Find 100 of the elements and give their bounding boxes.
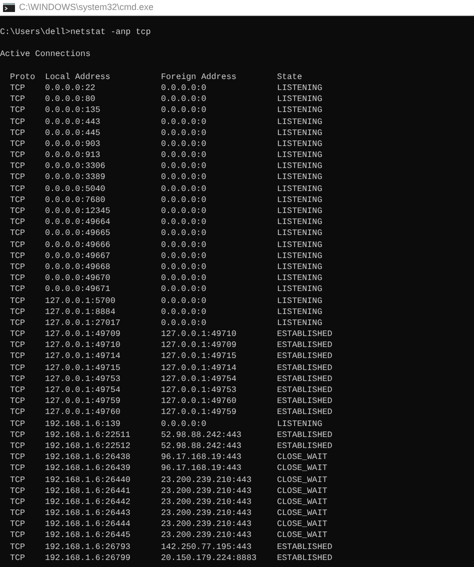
table-cell: LISTENING bbox=[277, 284, 322, 294]
table-cell: LISTENING bbox=[277, 194, 322, 205]
table-cell: CLOSE_WAIT bbox=[277, 508, 328, 518]
table-cell: 23.200.239.210:443 bbox=[161, 519, 252, 530]
table-cell: LISTENING bbox=[277, 250, 322, 261]
table-cell: 127.0.0.1:49754 bbox=[161, 374, 236, 384]
table-cell: 127.0.0.1:49759 bbox=[45, 396, 120, 406]
table-cell: 0.0.0.0:0 bbox=[161, 262, 206, 272]
table-cell: TCP bbox=[10, 452, 26, 462]
table-cell: 127.0.0.1:49710 bbox=[161, 329, 236, 340]
table-cell: 0.0.0.0:0 bbox=[161, 161, 206, 172]
table-cell: 192.168.1.6:26441 bbox=[45, 486, 130, 496]
table-cell: 0.0.0.0:0 bbox=[161, 228, 206, 238]
table-cell: ESTABLISHED bbox=[277, 542, 332, 552]
table-cell: ESTABLISHED bbox=[277, 385, 332, 395]
table-cell: 96.17.168.19:443 bbox=[161, 452, 242, 462]
table-cell: 0.0.0.0:7680 bbox=[45, 194, 106, 205]
table-cell: ESTABLISHED bbox=[277, 329, 332, 340]
command-line: C:\Users\dell>netstat -anp tcp bbox=[0, 27, 151, 38]
table-cell: 0.0.0.0:0 bbox=[161, 240, 206, 250]
table-cell: 0.0.0.0:445 bbox=[45, 128, 100, 138]
table-cell: 0.0.0.0:0 bbox=[161, 318, 206, 328]
table-cell: TCP bbox=[10, 94, 26, 104]
table-cell: TCP bbox=[10, 82, 26, 93]
table-cell: TCP bbox=[10, 206, 26, 216]
table-cell: TCP bbox=[10, 184, 26, 194]
table-cell: 0.0.0.0:49670 bbox=[45, 273, 110, 284]
table-cell: 127.0.0.1:49760 bbox=[45, 407, 120, 418]
table-cell: TCP bbox=[10, 486, 26, 496]
table-cell: 52.98.88.242:443 bbox=[161, 440, 242, 451]
table-cell: LISTENING bbox=[277, 273, 322, 284]
table-cell: LISTENING bbox=[277, 82, 322, 93]
table-cell: 0.0.0.0:0 bbox=[161, 273, 206, 284]
table-cell: LISTENING bbox=[277, 262, 322, 272]
table-cell: LISTENING bbox=[277, 138, 322, 149]
table-cell: ESTABLISHED bbox=[277, 340, 332, 350]
table-cell: TCP bbox=[10, 351, 26, 362]
table-cell: 0.0.0.0:0 bbox=[161, 82, 206, 93]
window-title: C:\WINDOWS\system32\cmd.exe bbox=[19, 3, 154, 12]
table-cell: TCP bbox=[10, 273, 26, 284]
table-cell: 127.0.0.1:49714 bbox=[161, 362, 236, 373]
table-cell: TCP bbox=[10, 340, 26, 350]
table-cell: 127.0.0.1:49709 bbox=[45, 329, 120, 340]
table-cell: TCP bbox=[10, 463, 26, 474]
table-cell: LISTENING bbox=[277, 184, 322, 194]
table-cell: 192.168.1.6:22511 bbox=[45, 430, 130, 440]
table-cell: 0.0.0.0:3389 bbox=[45, 172, 106, 182]
table-cell: 0.0.0.0:0 bbox=[161, 138, 206, 149]
table-cell: 0.0.0.0:0 bbox=[161, 128, 206, 138]
column-header: Foreign Address bbox=[161, 72, 236, 82]
table-cell: TCP bbox=[10, 262, 26, 272]
table-cell: LISTENING bbox=[277, 105, 322, 116]
table-cell: 96.17.168.19:443 bbox=[161, 463, 242, 474]
table-cell: 192.168.1.6:22512 bbox=[45, 440, 130, 451]
table-cell: ESTABLISHED bbox=[277, 440, 332, 451]
table-cell: LISTENING bbox=[277, 150, 322, 160]
table-cell: 0.0.0.0:0 bbox=[161, 296, 206, 306]
table-cell: TCP bbox=[10, 240, 26, 250]
table-cell: TCP bbox=[10, 161, 26, 172]
table-cell: CLOSE_WAIT bbox=[277, 530, 328, 540]
table-cell: TCP bbox=[10, 508, 26, 518]
table-cell: TCP bbox=[10, 284, 26, 294]
table-cell: TCP bbox=[10, 362, 26, 373]
table-cell: ESTABLISHED bbox=[277, 552, 332, 563]
table-cell: TCP bbox=[10, 296, 26, 306]
table-cell: 192.168.1.6:139 bbox=[45, 418, 120, 429]
table-cell: 0.0.0.0:0 bbox=[161, 284, 206, 294]
table-cell: 0.0.0.0:0 bbox=[161, 250, 206, 261]
table-cell: 127.0.0.1:49759 bbox=[161, 407, 236, 418]
table-cell: TCP bbox=[10, 318, 26, 328]
table-cell: TCP bbox=[10, 306, 26, 317]
table-cell: TCP bbox=[10, 194, 26, 205]
table-cell: 0.0.0.0:49666 bbox=[45, 240, 110, 250]
table-cell: ESTABLISHED bbox=[277, 351, 332, 362]
table-cell: CLOSE_WAIT bbox=[277, 474, 328, 484]
table-cell: TCP bbox=[10, 228, 26, 238]
table-cell: TCP bbox=[10, 519, 26, 530]
table-cell: 0.0.0.0:0 bbox=[161, 116, 206, 126]
table-cell: 127.0.0.1:27017 bbox=[45, 318, 120, 328]
column-header: State bbox=[277, 72, 302, 82]
table-cell: TCP bbox=[10, 430, 26, 440]
table-cell: ESTABLISHED bbox=[277, 407, 332, 418]
table-cell: TCP bbox=[10, 105, 26, 116]
table-cell: 52.98.88.242:443 bbox=[161, 430, 242, 440]
table-cell: 0.0.0.0:913 bbox=[45, 150, 100, 160]
table-cell: TCP bbox=[10, 385, 26, 395]
table-cell: 0.0.0.0:49665 bbox=[45, 228, 110, 238]
table-cell: 192.168.1.6:26443 bbox=[45, 508, 130, 518]
table-cell: 0.0.0.0:903 bbox=[45, 138, 100, 149]
table-cell: 0.0.0.0:3306 bbox=[45, 161, 106, 172]
table-cell: TCP bbox=[10, 552, 26, 563]
table-cell: ESTABLISHED bbox=[277, 396, 332, 406]
table-cell: LISTENING bbox=[277, 306, 322, 317]
table-cell: 0.0.0.0:0 bbox=[161, 94, 206, 104]
table-cell: ESTABLISHED bbox=[277, 362, 332, 373]
table-cell: 127.0.0.1:8884 bbox=[45, 306, 116, 317]
table-cell: TCP bbox=[10, 496, 26, 507]
table-cell: 127.0.0.1:49715 bbox=[161, 351, 236, 362]
table-cell: LISTENING bbox=[277, 172, 322, 182]
table-cell: 127.0.0.1:49714 bbox=[45, 351, 120, 362]
